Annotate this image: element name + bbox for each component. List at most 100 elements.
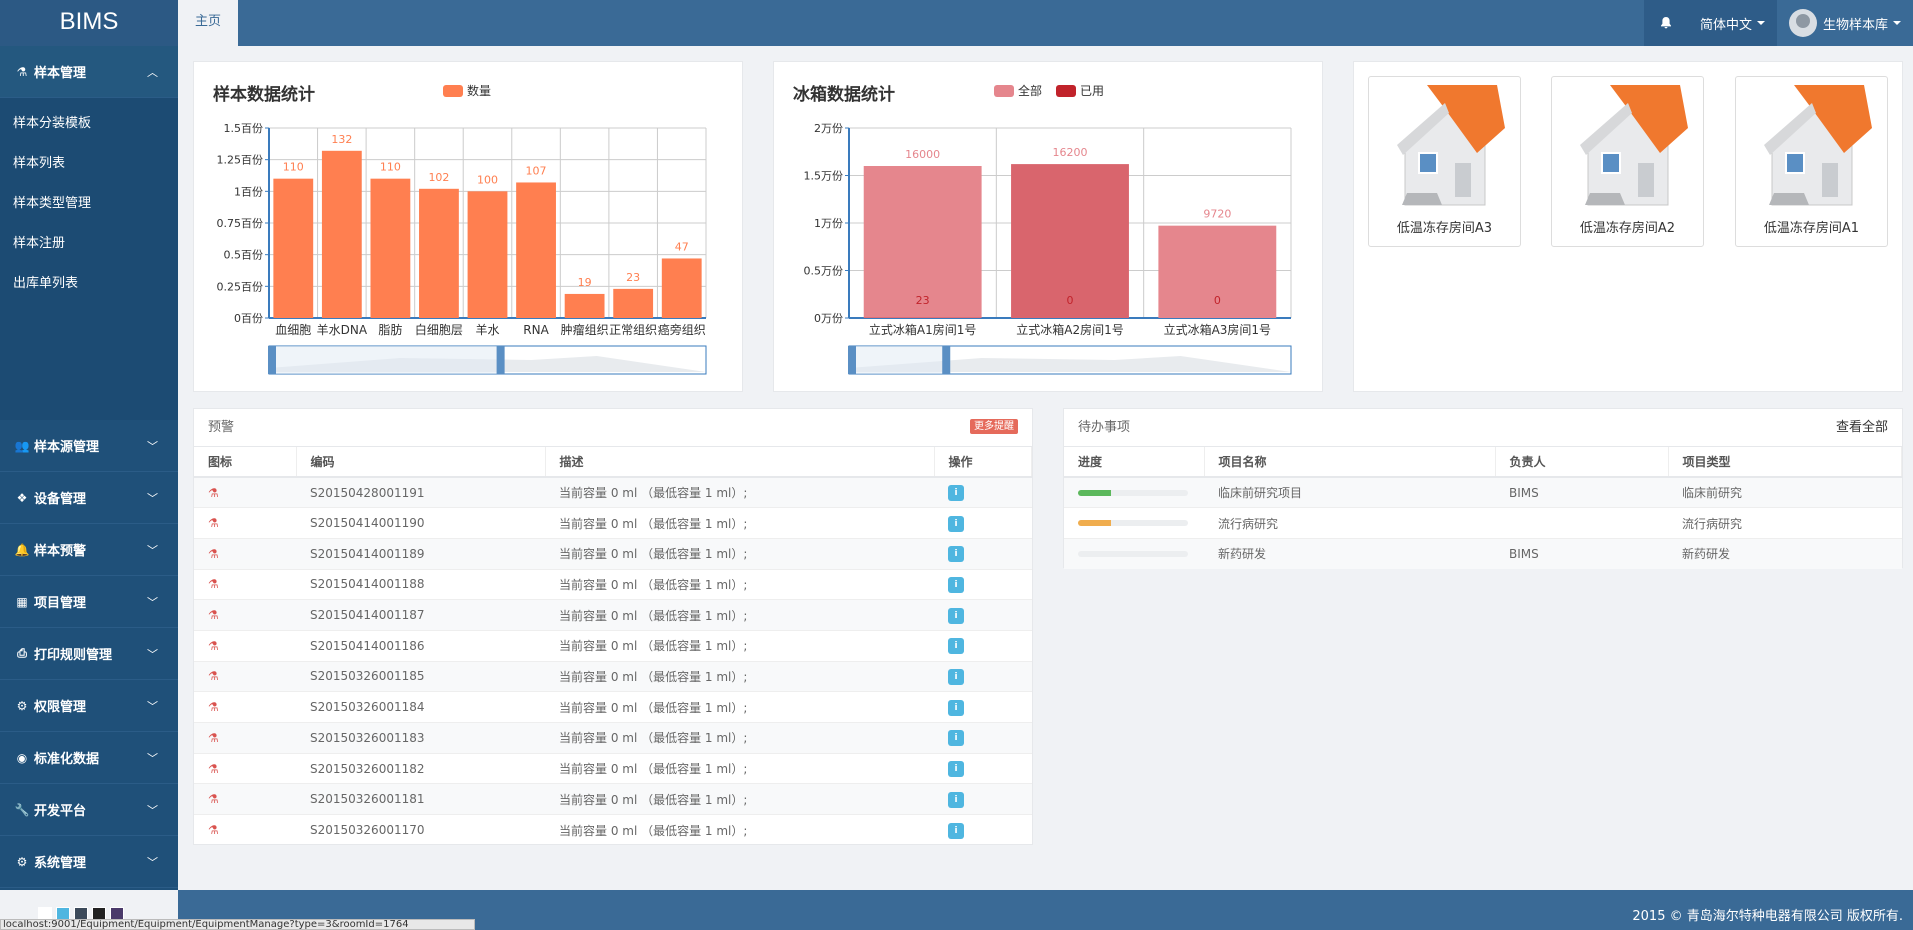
chevron-down-icon: ﹀ [147,492,158,505]
table-row[interactable]: 新药研发 BIMS 新药研发 [1064,537,1902,570]
info-icon[interactable]: i [948,546,964,563]
sidebar-menu-project[interactable]: ▦ 项目管理 ﹀ [0,576,178,628]
info-icon[interactable]: i [948,515,964,532]
flask-icon: ⚗ [208,516,219,531]
chevron-down-icon [1756,21,1765,25]
alert-desc: 当前容量 0 ml （最低容量 1 ml）; [545,814,934,846]
users-icon: 👥 [14,438,30,453]
alert-code: S20150326001182 [296,752,545,784]
sidebar-submenu: 样本分装模板 样本列表 样本类型管理 样本注册 出库单列表 [0,98,178,420]
top-right-controls: 简体中文 生物样本库 [1643,0,1913,46]
column-header[interactable]: 操作 [934,447,1032,478]
zoom-slider-handle [848,346,856,374]
more-alerts-button[interactable]: 更多提醒 [970,419,1018,434]
avatar [1788,9,1817,37]
info-icon[interactable]: i [948,730,964,747]
view-all-link[interactable]: 查看全部 [1836,409,1888,447]
alert-code: S20150326001185 [296,660,545,692]
progress-fill [1078,520,1111,527]
zoom-slider-window [849,346,947,374]
room-card-a1[interactable]: 低温冻存房间A1 [1735,76,1888,247]
sidebar-item-sample-type[interactable]: 样本类型管理 [0,184,178,224]
chevron-down-icon: ﹀ [147,700,158,713]
sidebar-menu-sample-management[interactable]: ⚗ 样本管理 ︿ [0,46,178,98]
sidebar-item-sample-list[interactable]: 样本列表 [0,144,178,184]
chevron-up-icon: ︿ [147,66,158,79]
info-icon[interactable]: i [948,699,964,716]
column-header[interactable]: 项目类型 [1668,447,1902,478]
y-tick-label: 0.5百份 [224,249,264,262]
sidebar-menu-sample-alert[interactable]: 🔔 样本预警 ﹀ [0,524,178,576]
sidebar-menu-label: 打印规则管理 [34,648,113,663]
column-header[interactable]: 编码 [296,447,546,478]
info-icon[interactable]: i [948,668,964,685]
room-card-a3[interactable]: 低温冻存房间A3 [1368,76,1521,247]
sidebar-menu-label: 样本管理 [34,66,87,81]
bar [370,178,411,318]
x-tick-label: 立式冰箱A2房间1号 [1016,322,1123,337]
room-label: 低温冻存房间A1 [1763,221,1860,236]
sidebar-menu-permissions[interactable]: ⚙ 权限管理 ﹀ [0,680,178,732]
x-tick-label: 立式冰箱A3房间1号 [1164,322,1271,337]
y-tick-label: 1.5万份 [804,170,844,183]
app-logo[interactable]: BIMS [0,0,178,46]
flask-icon: ⚗ [208,577,219,592]
sidebar-menu-standard-data[interactable]: ◉ 标准化数据 ﹀ [0,732,178,784]
x-tick-label: 正常组织 [609,323,657,337]
y-tick-label: 0.25百份 [217,280,264,293]
y-tick-label: 1.5百份 [224,122,264,135]
column-header[interactable]: 进度 [1064,447,1205,478]
print-icon: ⎙ [17,646,27,660]
chevron-down-icon: ﹀ [147,544,158,557]
sidebar-menu-system[interactable]: ⚙ 系统管理 ﹀ [0,836,178,888]
project-name: 临床前研究项目 [1204,476,1495,508]
sidebar-item-sample-register[interactable]: 样本注册 [0,224,178,264]
sidebar-item-sample-template[interactable]: 样本分装模板 [0,104,178,144]
column-header[interactable]: 描述 [545,447,935,478]
info-icon[interactable]: i [948,761,964,778]
info-icon[interactable]: i [948,576,964,593]
data-label: 110 [380,161,401,174]
notifications-bell-icon[interactable] [1643,0,1688,46]
info-icon[interactable]: i [948,638,964,655]
todo-table: 进度 项目名称 负责人 项目类型 临床前研究项目 BIMS 临床前研究 流行病研… [1064,447,1902,570]
sidebar-item-outbound-list[interactable]: 出库单列表 [0,264,178,304]
table-row[interactable]: 临床前研究项目 BIMS 临床前研究 [1064,476,1902,508]
info-icon[interactable]: i [948,607,964,624]
sidebar-menu-dev-platform[interactable]: 🔧 开发平台 ﹀ [0,784,178,836]
y-tick-label: 2万份 [814,122,843,135]
alert-code: S20150414001186 [296,629,545,662]
column-header[interactable]: 负责人 [1495,447,1669,478]
project-name: 新药研发 [1204,537,1495,570]
flask-icon: ⚗ [208,546,219,561]
info-icon[interactable]: i [948,485,964,502]
sidebar-menu-print-rules[interactable]: ⎙ 打印规则管理 ﹀ [0,628,178,680]
info-icon[interactable]: i [948,822,964,839]
data-label: 9720 [1203,208,1231,221]
zoom-slider-handle [942,346,951,374]
user-dropdown[interactable]: 生物样本库 [1776,0,1913,46]
sidebar-menu-label: 样本源管理 [34,440,100,455]
progress-bar [1078,550,1188,557]
language-dropdown[interactable]: 简体中文 [1687,0,1777,46]
table-row: ⚗ S20150326001181 当前容量 0 ml （最低容量 1 ml）;… [194,783,1032,815]
data-label: 0 [1214,294,1221,307]
house-icon [1570,83,1688,211]
alerts-panel: 预警 更多提醒 图标 编码 描述 操作 ⚗ S20150428001191 当前容… [193,408,1033,846]
table-icon: ▦ [16,594,28,609]
alert-desc: 当前容量 0 ml （最低容量 1 ml）; [545,783,934,815]
column-header[interactable]: 项目名称 [1204,447,1496,478]
info-icon[interactable]: i [948,791,964,808]
column-header[interactable]: 图标 [194,447,297,478]
sidebar-menu-sample-source[interactable]: 👥 样本源管理 ﹀ [0,420,178,472]
data-label: 19 [578,276,592,289]
bell-icon: 🔔 [14,542,30,557]
data-label: 23 [916,294,930,307]
freezer-bar-chart: 0万份 0.5万份 1万份 1.5万份 2万份立式冰箱A1房间1号 立式冰箱A2房间1号 立… [804,122,1292,375]
progress-fill [1078,489,1111,496]
table-row[interactable]: 流行病研究 流行病研究 [1064,507,1902,539]
sidebar-menu-equipment[interactable]: ❖ 设备管理 ﹀ [0,472,178,524]
cogs-icon: ⚙ [16,854,28,869]
tab-home[interactable]: 主页 [178,0,238,46]
room-card-a2[interactable]: 低温冻存房间A2 [1551,76,1704,247]
